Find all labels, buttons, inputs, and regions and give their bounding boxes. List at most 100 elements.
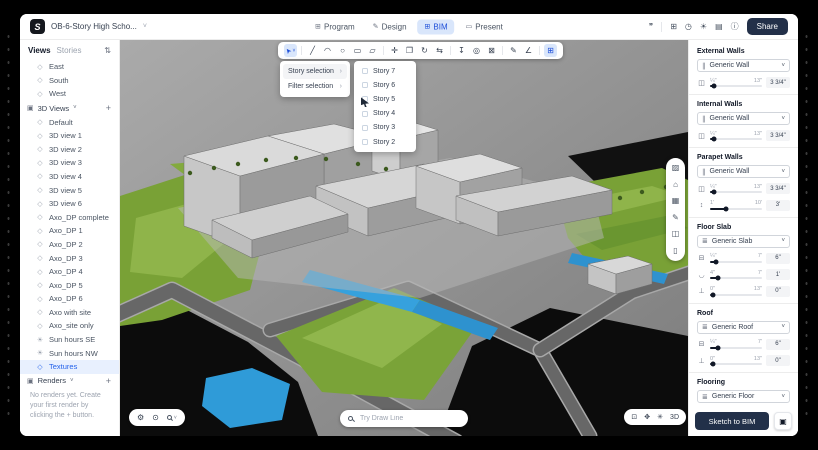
measure-tool[interactable]: ✎	[507, 44, 520, 57]
save-button[interactable]: ▤	[715, 22, 723, 31]
share-button[interactable]: Share	[747, 18, 788, 35]
checkbox[interactable]	[362, 125, 368, 131]
tab-present[interactable]: ▭ Present	[459, 19, 510, 34]
daylight-button[interactable]: ☀	[700, 22, 707, 31]
dimension-value[interactable]: 0"	[766, 286, 790, 297]
view-list-item[interactable]: ◇ 3D view 3	[20, 156, 119, 170]
type-select[interactable]: ≣ Generic Slab ˅	[697, 235, 790, 248]
views-table-button[interactable]: ⊞	[670, 22, 677, 31]
view-list-item[interactable]: ◇ 3D view 1	[20, 129, 119, 143]
story-option[interactable]: Story 7	[354, 64, 416, 78]
type-select[interactable]: ≣ Generic Floor ˅	[697, 390, 790, 403]
copy-tool[interactable]: ❐	[403, 44, 416, 57]
search-input[interactable]	[358, 414, 460, 423]
sidebar-tab-stories[interactable]: Stories	[57, 46, 82, 55]
dimension-value[interactable]: 0"	[766, 355, 790, 366]
view-list-item[interactable]: ◇ Axo_site only	[20, 319, 119, 333]
bim-more-button[interactable]: ▣	[774, 412, 792, 430]
arc-tool[interactable]: ◠	[321, 44, 334, 57]
slider-knob[interactable]	[710, 362, 715, 367]
dimension-value[interactable]: 6"	[766, 253, 790, 264]
view-list-item[interactable]: ◇ Axo_DP 6	[20, 292, 119, 306]
circle-tool[interactable]: ○	[336, 44, 349, 57]
add-button[interactable]: +	[106, 376, 111, 386]
story-option[interactable]: Story 6	[354, 78, 416, 92]
slider[interactable]: 0" 13"	[710, 286, 762, 296]
checkbox[interactable]	[362, 139, 368, 145]
dimension-value[interactable]: 3 3/4"	[766, 77, 790, 88]
line-tool[interactable]: ╱	[306, 44, 319, 57]
view-list-item[interactable]: ◇ Axo_DP complete	[20, 210, 119, 224]
subtract-tool[interactable]: ⊠	[485, 44, 498, 57]
select-tool[interactable]: ➤ ˅	[284, 44, 297, 57]
slider-knob[interactable]	[714, 259, 719, 264]
project-title[interactable]: OB-6-Story High Scho...	[51, 22, 137, 31]
view-list-item[interactable]: ◇ 3D view 2	[20, 142, 119, 156]
checkbox[interactable]	[362, 82, 368, 88]
snap-button[interactable]: ✳	[657, 413, 663, 421]
view-list-item[interactable]: ◇ Axo_DP 2	[20, 238, 119, 252]
app-logo-icon[interactable]: S	[30, 19, 45, 34]
sidebar-tab-views[interactable]: Views	[28, 46, 51, 55]
flip-tool[interactable]: ⇆	[433, 44, 446, 57]
view-list-item[interactable]: ◇ Axo_DP 4	[20, 265, 119, 279]
slider[interactable]: 0" 13"	[710, 356, 762, 366]
comments-button[interactable]: ❞	[649, 22, 653, 31]
viewport-3d[interactable]: ➤ ˅ ╱	[120, 40, 688, 436]
sketch-to-bim-button[interactable]: Sketch to BIM	[695, 412, 769, 430]
help-button[interactable]: ⓘ	[731, 21, 739, 32]
slider-knob[interactable]	[715, 345, 720, 350]
slider[interactable]: 1' 10'	[710, 200, 762, 210]
view-list-item[interactable]: ◇ West	[20, 87, 119, 101]
filter-icon[interactable]: ⇅	[104, 46, 111, 55]
view-list-item[interactable]: ☀ Sun hours SE	[20, 333, 119, 347]
tab-design[interactable]: ✎ Design	[366, 19, 414, 34]
furniture-button[interactable]: ⌂	[673, 181, 678, 189]
history-button[interactable]: ◷	[685, 22, 692, 31]
vehicles-button[interactable]: ◫	[672, 230, 680, 238]
views-section-header[interactable]: ▣ 3D Views ˅ +	[20, 101, 119, 116]
dimension-value[interactable]: 6"	[766, 339, 790, 350]
slider[interactable]: ¼" 13"	[710, 78, 762, 88]
dimension-value[interactable]: 3 3/4"	[766, 130, 790, 141]
view-list-item[interactable]: ☀ Sun hours NW	[20, 346, 119, 360]
eraser-tool[interactable]: ▱	[366, 44, 379, 57]
tab-bim[interactable]: ⊞ BIM	[418, 19, 455, 34]
view-list-item[interactable]: ◇ 3D view 6	[20, 197, 119, 211]
command-search[interactable]	[340, 410, 468, 427]
checkbox[interactable]	[362, 111, 368, 117]
story-option[interactable]: Story 2	[354, 135, 416, 149]
settings-gear-icon[interactable]: ⚙	[137, 413, 144, 422]
view-list-item[interactable]: ◇ South	[20, 74, 119, 88]
type-select[interactable]: ≣ Generic Roof ˅	[697, 321, 790, 334]
view-mode-button[interactable]: 3D	[670, 414, 679, 421]
menu-item[interactable]: Story selection ›	[283, 64, 347, 79]
view-list-item[interactable]: ◇ 3D view 4	[20, 170, 119, 184]
extrude-tool[interactable]: ↧	[455, 44, 468, 57]
rotate-tool[interactable]: ↻	[418, 44, 431, 57]
dimension-value[interactable]: 3 3/4"	[766, 183, 790, 194]
story-option[interactable]: Story 4	[354, 107, 416, 121]
type-select[interactable]: ∥ Generic Wall ˅	[697, 59, 790, 72]
rectangle-tool[interactable]: ▭	[351, 44, 364, 57]
offset-tool[interactable]: ◎	[470, 44, 483, 57]
view-list-item[interactable]: ◇ Axo_DP 5	[20, 278, 119, 292]
zoom-tool-button[interactable]: ˅	[167, 415, 177, 421]
slider-knob[interactable]	[715, 276, 720, 281]
move-tool[interactable]: ✛	[388, 44, 401, 57]
view-list-item[interactable]: ◇ East	[20, 60, 119, 74]
pan-button[interactable]: ✥	[644, 413, 650, 421]
annotate-button[interactable]: ✎	[672, 214, 679, 222]
view-list-item[interactable]: ◇ Axo_DP 1	[20, 224, 119, 238]
materials-button[interactable]: ▨	[672, 164, 680, 172]
objects-button[interactable]: ▦	[672, 197, 680, 205]
visibility-eye-icon[interactable]: ⊙	[152, 413, 159, 422]
view-list-item[interactable]: ◇ Textures	[20, 360, 119, 374]
type-select[interactable]: ∥ Generic Wall ˅	[697, 165, 790, 178]
type-select[interactable]: ∥ Generic Wall ˅	[697, 112, 790, 125]
dimension-value[interactable]: 1'	[766, 269, 790, 280]
slider[interactable]: ¼" 13"	[710, 131, 762, 141]
slider-knob[interactable]	[723, 206, 728, 211]
view-list-item[interactable]: ◇ Default	[20, 115, 119, 129]
slider-knob[interactable]	[711, 137, 716, 142]
